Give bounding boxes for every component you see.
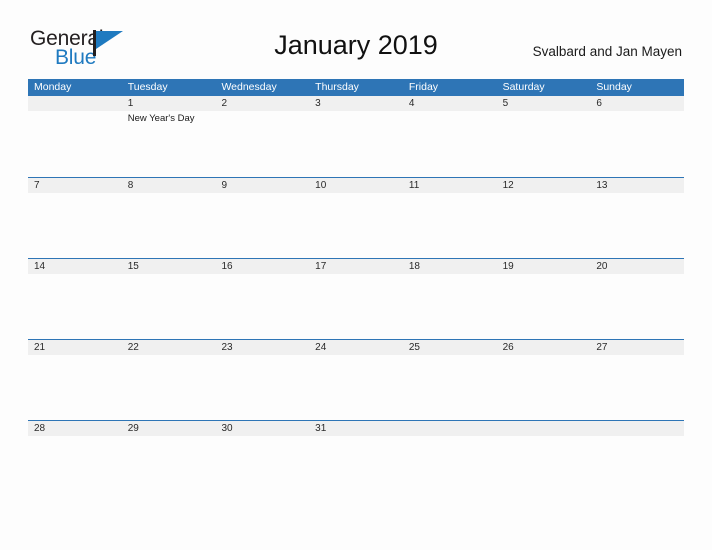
day-cell[interactable] <box>28 274 122 339</box>
week-events-band <box>28 274 684 339</box>
day-number[interactable]: 2 <box>215 96 309 111</box>
day-cell[interactable] <box>403 111 497 176</box>
calendar-page: General Blue January 2019 Svalbard and J… <box>0 0 712 550</box>
week-events-band: New Year's Day <box>28 111 684 176</box>
day-cell[interactable] <box>122 193 216 258</box>
day-number[interactable]: 23 <box>215 340 309 355</box>
day-number[interactable]: 3 <box>309 96 403 111</box>
day-header-thursday: Thursday <box>315 81 359 93</box>
day-cell[interactable] <box>497 111 591 176</box>
day-number[interactable]: 30 <box>215 421 309 436</box>
day-cell[interactable] <box>28 193 122 258</box>
day-number[interactable] <box>590 421 684 436</box>
day-number[interactable]: 31 <box>309 421 403 436</box>
day-number[interactable] <box>28 96 122 111</box>
day-cell[interactable] <box>122 436 216 501</box>
week-row: 1 2 3 4 5 6 New Year's Day <box>28 96 684 177</box>
day-number[interactable]: 12 <box>497 178 591 193</box>
day-cell[interactable] <box>403 193 497 258</box>
day-cell[interactable] <box>309 274 403 339</box>
day-number[interactable]: 4 <box>403 96 497 111</box>
day-cell[interactable] <box>590 436 684 501</box>
day-number[interactable]: 28 <box>28 421 122 436</box>
day-header-monday: Monday <box>34 81 72 93</box>
week-date-band: 21 22 23 24 25 26 27 <box>28 340 684 355</box>
day-number[interactable]: 22 <box>122 340 216 355</box>
event-label: New Year's Day <box>127 113 195 124</box>
day-header-saturday: Saturday <box>502 81 545 93</box>
day-number[interactable]: 24 <box>309 340 403 355</box>
day-cell[interactable] <box>590 355 684 420</box>
day-number[interactable]: 1 <box>122 96 216 111</box>
day-cell[interactable] <box>590 274 684 339</box>
day-number[interactable]: 14 <box>28 259 122 274</box>
page-header: General Blue January 2019 Svalbard and J… <box>0 0 712 74</box>
day-cell[interactable] <box>28 111 122 176</box>
day-number[interactable]: 29 <box>122 421 216 436</box>
day-cell[interactable] <box>309 355 403 420</box>
day-cell[interactable] <box>403 436 497 501</box>
day-number[interactable]: 18 <box>403 259 497 274</box>
day-cell[interactable] <box>309 193 403 258</box>
day-cell[interactable] <box>215 193 309 258</box>
day-number[interactable] <box>497 421 591 436</box>
day-header-sunday: Sunday <box>596 81 632 93</box>
day-of-week-header-row: Monday Tuesday Wednesday Thursday Friday… <box>28 79 684 96</box>
day-number[interactable]: 16 <box>215 259 309 274</box>
day-number[interactable]: 10 <box>309 178 403 193</box>
week-row: 7 8 9 10 11 12 13 <box>28 177 684 258</box>
day-cell[interactable] <box>309 436 403 501</box>
day-header-wednesday: Wednesday <box>221 81 277 93</box>
day-number[interactable]: 13 <box>590 178 684 193</box>
day-cell[interactable] <box>215 274 309 339</box>
week-date-band: 14 15 16 17 18 19 20 <box>28 259 684 274</box>
day-number[interactable]: 11 <box>403 178 497 193</box>
day-cell[interactable] <box>497 193 591 258</box>
day-cell[interactable] <box>309 111 403 176</box>
day-cell[interactable] <box>590 111 684 176</box>
day-number[interactable]: 21 <box>28 340 122 355</box>
week-row: 21 22 23 24 25 26 27 <box>28 339 684 420</box>
week-row: 14 15 16 17 18 19 20 <box>28 258 684 339</box>
day-cell[interactable] <box>590 193 684 258</box>
day-cell[interactable] <box>122 274 216 339</box>
week-date-band: 28 29 30 31 <box>28 421 684 436</box>
day-cell[interactable] <box>497 355 591 420</box>
day-number[interactable]: 7 <box>28 178 122 193</box>
day-number[interactable] <box>403 421 497 436</box>
week-row: 28 29 30 31 <box>28 420 684 501</box>
day-header-friday: Friday <box>408 81 439 93</box>
day-cell[interactable] <box>28 436 122 501</box>
day-cell[interactable] <box>28 355 122 420</box>
day-cell[interactable] <box>497 436 591 501</box>
day-number[interactable]: 19 <box>497 259 591 274</box>
day-number[interactable]: 8 <box>122 178 216 193</box>
week-events-band <box>28 193 684 258</box>
day-cell[interactable] <box>215 436 309 501</box>
day-cell[interactable] <box>215 111 309 176</box>
day-cell[interactable] <box>497 274 591 339</box>
day-number[interactable]: 26 <box>497 340 591 355</box>
day-cell[interactable]: New Year's Day <box>122 111 216 176</box>
day-number[interactable]: 27 <box>590 340 684 355</box>
week-date-band: 7 8 9 10 11 12 13 <box>28 178 684 193</box>
week-events-band <box>28 436 684 501</box>
week-date-band: 1 2 3 4 5 6 <box>28 96 684 111</box>
day-number[interactable]: 9 <box>215 178 309 193</box>
day-number[interactable]: 6 <box>590 96 684 111</box>
calendar-grid: Monday Tuesday Wednesday Thursday Friday… <box>28 79 684 501</box>
day-number[interactable]: 5 <box>497 96 591 111</box>
day-header-tuesday: Tuesday <box>127 81 168 93</box>
week-events-band <box>28 355 684 420</box>
day-number[interactable]: 15 <box>122 259 216 274</box>
day-cell[interactable] <box>403 274 497 339</box>
day-number[interactable]: 20 <box>590 259 684 274</box>
day-number[interactable]: 17 <box>309 259 403 274</box>
day-cell[interactable] <box>403 355 497 420</box>
day-number[interactable]: 25 <box>403 340 497 355</box>
locale-label: Svalbard and Jan Mayen <box>532 44 682 59</box>
day-cell[interactable] <box>215 355 309 420</box>
day-cell[interactable] <box>122 355 216 420</box>
